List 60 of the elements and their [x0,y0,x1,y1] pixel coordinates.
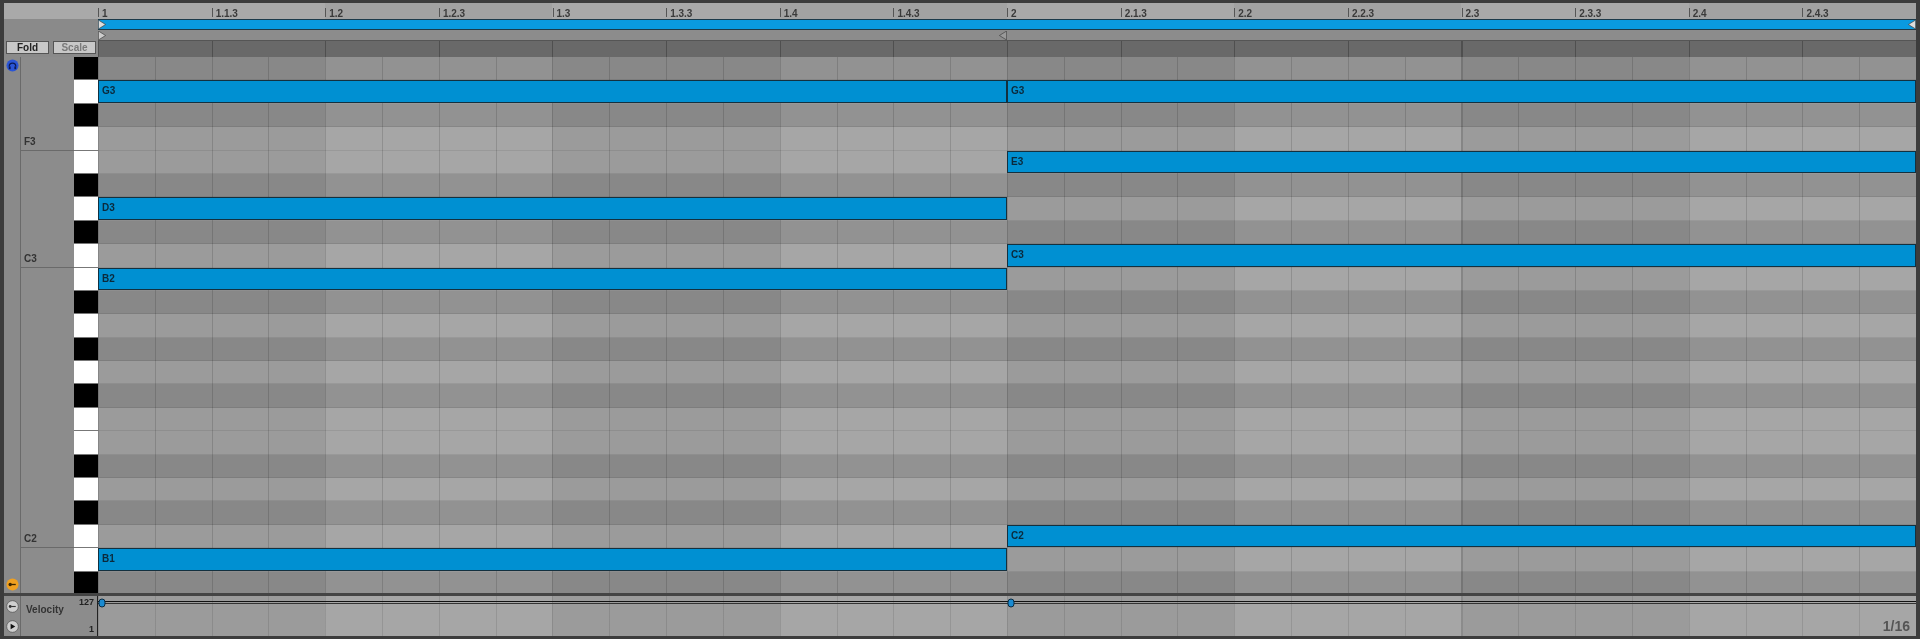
scale-min-label: 1 [89,624,94,634]
piano-key[interactable] [74,103,98,128]
ruler-label: 1 [98,8,212,17]
note-lane[interactable]: E3 [98,150,1916,174]
ruler-label: 2 [1007,8,1121,17]
note-lane[interactable]: C2 [98,524,1916,549]
velocity-handle[interactable] [98,598,106,608]
octave-label: C2 [23,533,37,547]
note-lane[interactable]: B2 [98,267,1916,291]
note-lane[interactable]: B1 [98,548,1916,572]
piano-key[interactable] [74,337,98,362]
midi-note[interactable]: B2 [98,267,1007,290]
ruler-label: 1.2.3 [438,8,553,17]
ruler-label: 1.3 [552,8,667,17]
ruler-label: 1.3.3 [666,8,780,17]
midi-note[interactable]: G3 [1007,80,1916,103]
ruler-label: 1.2 [325,8,439,17]
note-lane[interactable] [98,57,1916,81]
end-marker-icon[interactable] [999,30,1007,40]
midi-note[interactable]: D3 [98,197,1007,220]
piano-key[interactable] [74,173,98,198]
ruler-label: 2.4 [1688,8,1803,17]
velocity-lane[interactable]: 1/16 [98,596,1916,636]
ruler-label: 2.3.3 [1575,8,1689,17]
ruler-label: 2.1.3 [1120,8,1235,17]
ruler-label: 2.4.3 [1802,8,1916,17]
ruler-label: 1.1.3 [211,8,326,17]
note-lane[interactable]: C3 [98,244,1916,268]
note-lane[interactable]: D3 [98,197,1916,221]
midi-note[interactable]: B1 [98,548,1007,571]
midi-note[interactable]: G3 [98,80,1007,103]
piano-key[interactable] [74,57,98,81]
headphones-icon[interactable] [5,59,19,72]
ruler-label: 1.4.3 [893,8,1007,17]
piano-key[interactable] [74,290,98,315]
piano-key[interactable] [74,454,98,479]
play-icon[interactable] [5,619,19,633]
scale-max-label: 127 [78,597,94,607]
key-icon[interactable] [5,599,19,613]
grid-quantize-label: 1/16 [1882,618,1910,634]
loop-end-icon[interactable] [1908,20,1916,29]
octave-label: F3 [23,135,36,149]
loop-bar[interactable] [98,19,1916,30]
piano-key[interactable] [74,478,98,502]
ruler-label: 2.3 [1461,8,1576,17]
timeline-ruler[interactable]: 1 1.1.3 1.2 1.2.3 1.3 1.3.3 1.4 1.4.3 2 2.1.3 2.2 2.2.3 2.3 2.3.3 2.4 2.4.3 [98,3,1916,19]
lane-label: Velocity [26,604,64,615]
piano-key[interactable] [74,220,98,245]
key-icon[interactable] [5,578,19,591]
toggle-button[interactable]: Fold [6,41,49,54]
velocity-handle[interactable] [1007,598,1015,608]
ruler-label: 2.2.3 [1347,8,1462,17]
midi-note[interactable]: C2 [1007,524,1916,548]
octave-label: C3 [23,252,37,266]
ruler-label: 1.4 [779,8,894,17]
piano-key[interactable] [74,361,98,385]
midi-note[interactable]: C3 [1007,244,1916,267]
note-lane[interactable]: G3 G3 [98,80,1916,104]
midi-note[interactable]: E3 [1007,150,1916,173]
ruler-label: 2.2 [1234,8,1348,17]
